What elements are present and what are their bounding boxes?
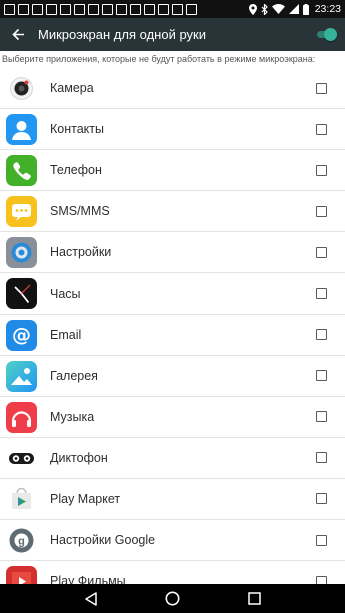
nav-recents-icon[interactable] [248,592,261,605]
app-label: SMS/MMS [50,204,110,219]
nav-home-icon[interactable] [165,591,180,606]
notification-icon [74,3,85,15]
clock-icon [6,278,37,310]
app-bar: Микроэкран для одной руки [0,18,345,51]
notification-icon [102,3,113,15]
google-settings-icon: g [6,525,37,556]
list-item[interactable]: @ Email [0,315,345,356]
app-label: Email [50,327,82,342]
notification-icon [158,3,169,15]
checkbox[interactable] [316,123,327,135]
app-label: Настройки Google [50,533,156,548]
nav-back-icon[interactable] [84,591,98,606]
list-item[interactable]: Контакты [0,109,345,151]
contacts-icon [6,114,37,146]
checkbox[interactable] [316,452,327,464]
wifi-icon [271,4,285,14]
checkbox[interactable] [316,164,327,176]
recorder-icon [6,443,37,474]
instruction-text: Выберите приложения, которые не будут ра… [2,54,316,64]
play-store-icon [6,484,37,515]
list-item[interactable]: Диктофон [0,438,345,479]
notification-icon [88,3,99,15]
notification-icon [18,3,29,15]
notification-icon [186,3,197,15]
list-item[interactable]: Телефон [0,150,345,192]
checkbox[interactable] [316,575,327,584]
checkbox[interactable] [316,493,327,505]
notification-icon [4,3,15,15]
back-button[interactable] [0,18,36,51]
app-list: Камера Контакты Телефон SMS/MMS Настройк… [0,68,345,584]
checkbox[interactable] [316,288,327,300]
app-label: Телефон [50,163,102,178]
notification-icons [4,3,197,15]
app-label: Галерея [50,368,98,383]
notification-icon [144,3,155,15]
checkbox[interactable] [316,82,327,94]
notification-icon [46,3,57,15]
app-label: Play Маркет [50,491,121,506]
gallery-icon [6,360,37,392]
app-label: Play Фильмы [50,574,126,584]
list-item[interactable]: Play Маркет [0,479,345,521]
app-label: Диктофон [50,450,108,465]
checkbox[interactable] [316,329,327,341]
phone-icon [6,155,37,187]
status-bar: 23:23 [0,0,345,18]
bluetooth-icon [261,3,268,15]
location-icon [248,3,257,15]
feature-toggle[interactable] [315,28,337,41]
signal-icon [288,4,299,14]
arrow-back-icon [11,28,24,41]
page-title: Микроэкран для одной руки [38,27,206,42]
notification-icon [60,3,71,15]
battery-icon [302,3,309,15]
play-movies-icon [6,566,37,584]
app-label: Настройки [50,245,112,260]
toggle-thumb [324,28,337,41]
notification-icon [172,3,183,15]
list-item[interactable]: g Настройки Google [0,520,345,562]
checkbox[interactable] [316,205,327,217]
checkbox[interactable] [316,370,327,382]
camera-icon [6,73,37,104]
list-item[interactable]: Камера [0,68,345,110]
app-label: Контакты [50,122,104,137]
settings-icon [6,237,37,269]
list-item[interactable]: SMS/MMS [0,191,345,233]
checkbox[interactable] [316,534,327,546]
app-label: Музыка [50,409,95,424]
list-item[interactable]: Часы [0,273,345,315]
notification-icon [32,3,43,15]
music-icon [6,401,37,433]
sms-icon [6,196,37,228]
email-icon: @ [6,319,37,351]
notification-icon [130,3,141,15]
status-time: 23:23 [314,3,341,15]
checkbox[interactable] [316,411,327,423]
list-item[interactable]: Настройки [0,232,345,274]
status-icons: 23:23 [248,3,341,15]
checkbox[interactable] [316,246,327,258]
notification-icon [116,3,127,15]
app-label: Камера [50,81,94,96]
svg-text:g: g [18,536,25,548]
list-item[interactable]: Галерея [0,356,345,397]
list-item[interactable]: Play Фильмы [0,561,345,584]
navigation-bar [0,584,345,613]
list-item[interactable]: Музыка [0,397,345,438]
app-label: Часы [50,286,81,301]
